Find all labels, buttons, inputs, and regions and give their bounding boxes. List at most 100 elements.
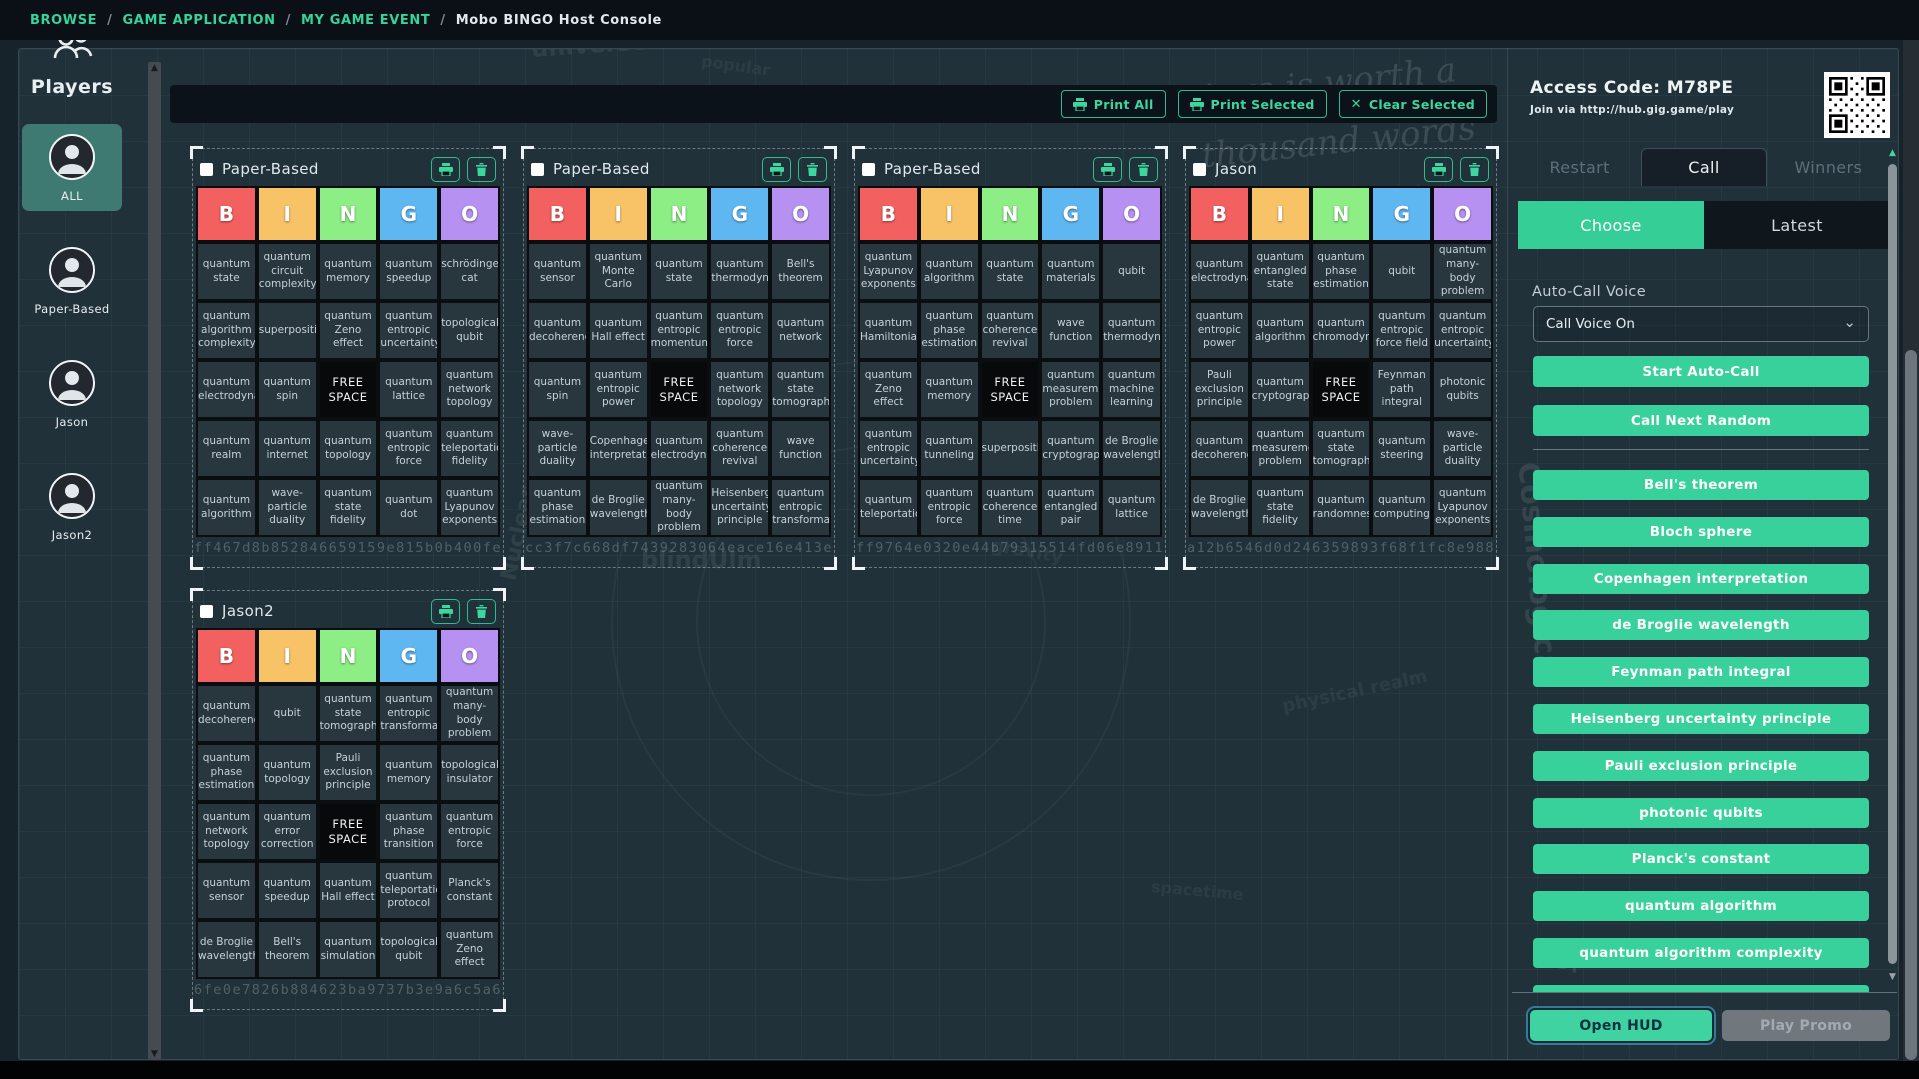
bingo-cell[interactable]: quantum spin [527,360,588,419]
bingo-cell[interactable]: quantum chromodynamics [1311,301,1372,360]
bingo-cell[interactable]: quantum Lyapunov exponents [439,478,500,537]
bingo-cell[interactable]: quantum tunneling [919,419,980,478]
bingo-cell[interactable]: quantum entangled state [1250,242,1311,301]
voice-select[interactable]: Call Voice On ⌄ [1533,306,1869,342]
bingo-cell[interactable]: quantum speedup [378,242,439,301]
subtab-latest[interactable]: Latest [1704,201,1890,249]
bingo-cell[interactable]: quantum many- body problem [439,684,500,743]
bingo-cell[interactable]: quantum lattice [1101,478,1162,537]
bingo-cell[interactable]: quantum network topology [709,360,770,419]
play-promo-button[interactable]: Play Promo [1722,1010,1890,1041]
bingo-cell[interactable]: quantum Hall effect [588,301,649,360]
call-next-random-button[interactable]: Call Next Random [1533,405,1869,436]
bingo-cell[interactable]: quantum Hamiltonian [858,301,919,360]
bingo-cell[interactable]: superposition [257,301,318,360]
bingo-cell[interactable]: quantum phase estimation [919,301,980,360]
print-card-button[interactable] [431,599,460,624]
bingo-cell[interactable]: quantum entropic force [439,802,500,861]
bingo-cell[interactable]: quantum Zeno effect [858,360,919,419]
bingo-cell[interactable]: quantum algorithm [1250,301,1311,360]
bingo-cell[interactable]: quantum coherence revival [980,301,1041,360]
clear-selected-button[interactable]: ✕Clear Selected [1339,90,1487,118]
subtab-choose[interactable]: Choose [1518,201,1704,249]
bingo-cell[interactable]: qubit [257,684,318,743]
call-term-button[interactable]: Heisenberg uncertainty principle [1533,704,1869,734]
bingo-cell[interactable]: quantum randomness [1311,478,1372,537]
bingo-cell[interactable]: quantum topology [318,419,379,478]
bingo-cell[interactable]: quantum Lyapunov exponents [1432,478,1493,537]
bingo-cell[interactable]: quantum computing [1371,478,1432,537]
bingo-cell[interactable]: de Broglie wavelength [1189,478,1250,537]
bingo-cell[interactable]: quantum topology [257,743,318,802]
free-space-cell[interactable]: FREE SPACE [1311,360,1372,419]
page-scrollbar[interactable] [1903,40,1919,1079]
bingo-cell[interactable]: quantum error correction [257,802,318,861]
bingo-cell[interactable]: quantum circuit complexity [257,242,318,301]
bingo-cell[interactable]: quantum realm [196,419,257,478]
bingo-cell[interactable]: wave- particle duality [1432,419,1493,478]
bingo-cell[interactable]: quantum state tomography [318,684,379,743]
bingo-cell[interactable]: quantum memory [318,242,379,301]
bingo-cell[interactable]: Bell's theorem [257,920,318,979]
bingo-cell[interactable]: quantum entropic transformation [770,478,831,537]
breadcrumb-link[interactable]: GAME APPLICATION [123,13,276,28]
call-term-button[interactable]: quantum algorithm [1533,891,1869,921]
open-hud-button[interactable]: Open HUD [1530,1010,1712,1041]
tab-restart[interactable]: Restart [1518,148,1641,186]
panel-scroll-up-icon[interactable]: ▲ [1887,148,1898,158]
bingo-cell[interactable]: quantum algorithm [919,242,980,301]
bingo-cell[interactable]: quantum phase transition [378,802,439,861]
bingo-cell[interactable]: qubit [1371,242,1432,301]
bingo-cell[interactable]: wave- particle duality [257,478,318,537]
bingo-cell[interactable]: quantum algorithm complexity [196,301,257,360]
delete-card-button[interactable] [467,157,496,182]
bingo-cell[interactable]: topological qubit [378,920,439,979]
bingo-cell[interactable]: quantum decoherence [196,684,257,743]
bingo-cell[interactable]: Planck's constant [439,861,500,920]
delete-card-button[interactable] [1460,157,1489,182]
bingo-cell[interactable]: quantum state tomography [1311,419,1372,478]
panel-scroll-down-icon[interactable]: ▼ [1887,972,1898,982]
bingo-cell[interactable]: quantum Lyapunov exponents [858,242,919,301]
bingo-cell[interactable]: quantum memory [378,743,439,802]
bingo-cell[interactable]: quantum materials [1040,242,1101,301]
bingo-cell[interactable]: quantum network topology [196,802,257,861]
bingo-cell[interactable]: quantum network topology [439,360,500,419]
delete-card-button[interactable] [467,599,496,624]
bingo-cell[interactable]: quantum electrodynamics [196,360,257,419]
bingo-cell[interactable]: quantum simulation [318,920,379,979]
call-term-button[interactable]: Feynman path integral [1533,657,1869,687]
bingo-cell[interactable]: quantum thermodynamics [1101,301,1162,360]
bingo-cell[interactable]: quantum entropic force [709,301,770,360]
bingo-cell[interactable]: quantum entropic uncertainty [378,301,439,360]
bingo-cell[interactable]: de Broglie wavelength [588,478,649,537]
bingo-cell[interactable]: topological qubit [439,301,500,360]
delete-card-button[interactable] [1129,157,1158,182]
tab-call[interactable]: Call [1641,148,1766,186]
bingo-cell[interactable]: quantum spin [257,360,318,419]
bingo-cell[interactable]: quantum state tomography [770,360,831,419]
bingo-cell[interactable]: quantum state [649,242,710,301]
bingo-cell[interactable]: wave function [770,419,831,478]
bingo-cell[interactable]: quantum Hall effect [318,861,379,920]
call-term-button[interactable]: Pauli exclusion principle [1533,751,1869,781]
scroll-down-icon[interactable]: ▼ [148,1048,161,1060]
card-checkbox[interactable] [531,163,544,176]
bingo-cell[interactable]: quantum lattice [378,360,439,419]
bingo-cell[interactable]: quantum state fidelity [1250,478,1311,537]
delete-card-button[interactable] [798,157,827,182]
page-scroll-thumb[interactable] [1905,350,1917,1060]
tab-winners[interactable]: Winners [1767,148,1890,186]
player-item-all[interactable]: ALL [22,124,122,211]
bingo-cell[interactable]: quantum electrodynamics [1189,242,1250,301]
card-checkbox[interactable] [200,605,213,618]
bingo-cell[interactable]: Pauli exclusion principle [1189,360,1250,419]
bingo-cell[interactable]: quantum sensor [527,242,588,301]
free-space-cell[interactable]: FREE SPACE [649,360,710,419]
start-auto-call-button[interactable]: Start Auto-Call [1533,356,1869,387]
panel-scrollbar[interactable]: ▲ ▼ [1887,148,1898,1040]
call-term-button[interactable]: photonic qubits [1533,798,1869,828]
bingo-cell[interactable]: Pauli exclusion principle [318,743,379,802]
bingo-cell[interactable]: quantum state [196,242,257,301]
bingo-cell[interactable]: quantum phase estimation [196,743,257,802]
